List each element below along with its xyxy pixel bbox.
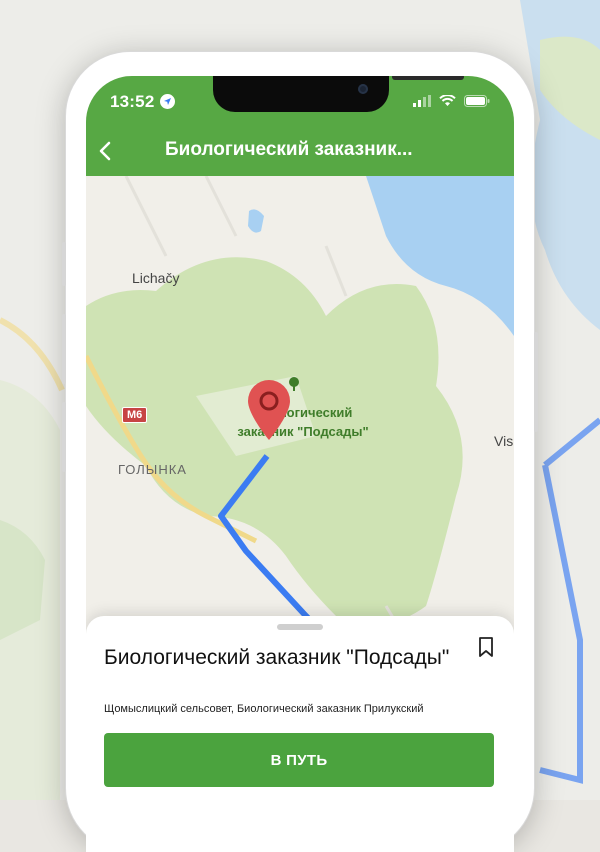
speaker bbox=[392, 76, 464, 80]
place-address: Щомыслицкий сельсовет, Биологический зак… bbox=[104, 703, 424, 715]
chevron-left-icon[interactable] bbox=[94, 139, 118, 163]
location-pin-icon[interactable] bbox=[246, 379, 292, 441]
road-badge-m6: M6 bbox=[122, 407, 148, 423]
status-time: 13:52 bbox=[110, 92, 155, 111]
reserve-map-label: Биологический заказник "Подсады" bbox=[218, 403, 388, 441]
page-title: Биологический заказник... bbox=[165, 139, 413, 160]
place-info-sheet: Биологический заказник "Подсады" Щомысли… bbox=[86, 616, 514, 852]
bookmark-icon[interactable] bbox=[475, 636, 497, 658]
map-label-town: ГОЛЫНКА bbox=[118, 462, 187, 477]
side-button bbox=[534, 332, 538, 432]
cellular-signal-icon bbox=[413, 95, 431, 107]
start-route-button[interactable]: В ПУТЬ bbox=[104, 733, 494, 787]
app-screen: Lichačy ГОЛЫНКА Vis M6 Биологический зак… bbox=[86, 76, 514, 852]
battery-icon bbox=[464, 95, 490, 107]
map-label-edge: Vis bbox=[494, 433, 514, 449]
reserve-map-label-line2: заказник "Подсады" bbox=[237, 424, 369, 439]
place-name: Биологический заказник "Подсады" bbox=[104, 646, 450, 669]
side-button bbox=[62, 402, 66, 472]
side-button bbox=[62, 242, 66, 286]
side-button bbox=[62, 314, 66, 384]
front-camera bbox=[358, 84, 368, 94]
location-arrow-icon bbox=[160, 94, 175, 109]
wifi-icon bbox=[439, 95, 456, 106]
status-icons bbox=[413, 95, 490, 107]
map-label-village: Lichačy bbox=[132, 270, 180, 286]
app-header: 13:52 Биологический заказник... bbox=[86, 76, 514, 176]
phone-frame: Lichačy ГОЛЫНКА Vis M6 Биологический зак… bbox=[62, 52, 538, 852]
notch bbox=[213, 76, 464, 112]
sheet-grabber[interactable] bbox=[277, 624, 323, 630]
reserve-map-label-line1: Биологический bbox=[253, 405, 353, 420]
